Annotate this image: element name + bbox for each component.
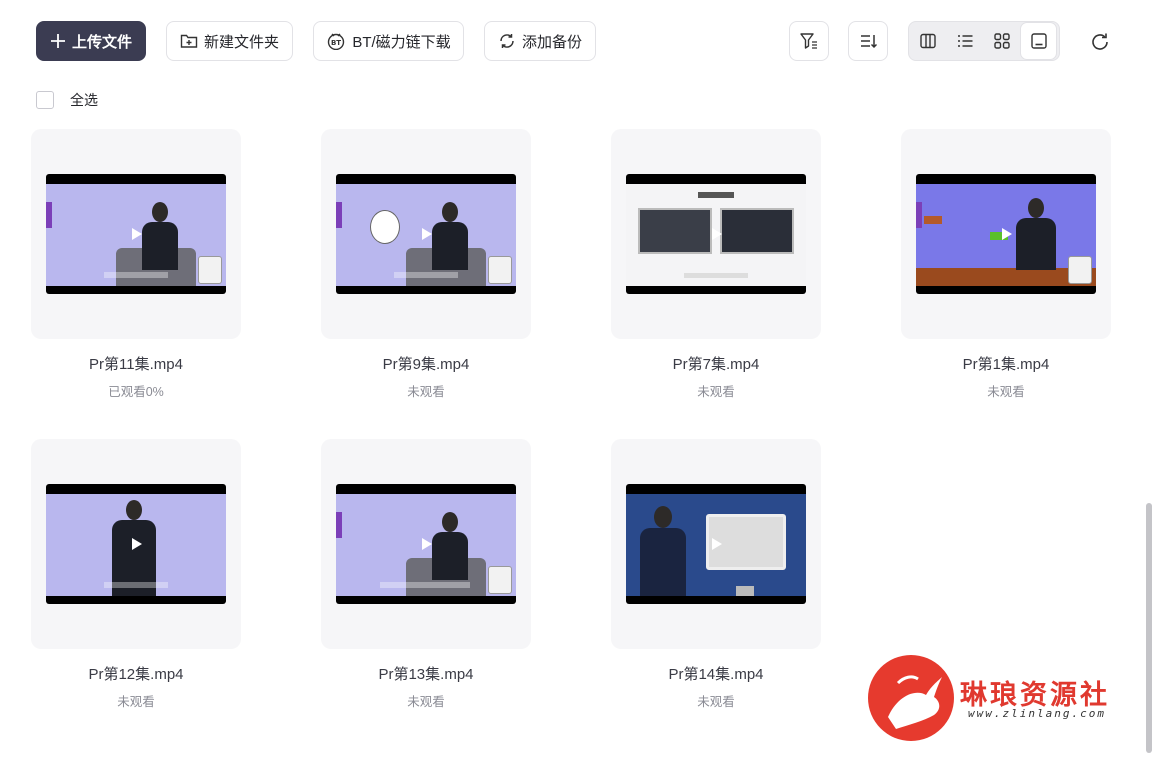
view-list-button[interactable] [946,22,983,60]
watch-status: 未观看 [697,385,735,399]
toolbar: 上传文件 新建文件夹 BT BT/磁力链下载 添加备份 [0,0,1154,80]
new-folder-button-label: 新建文件夹 [203,33,279,51]
file-thumbnail-box[interactable] [31,129,241,339]
new-folder-button[interactable]: 新建文件夹 [166,21,293,61]
file-name[interactable]: Pr第1集.mp4 [901,353,1111,374]
file-card[interactable]: Pr第13集.mp4 未观看 [321,439,531,710]
add-backup-button-label: 添加备份 [521,33,582,51]
watermark-logo: 琳琅资源社 www.zlinlang.com [868,655,1138,745]
video-thumbnail [626,174,806,294]
upload-button[interactable]: 上传文件 [36,21,146,61]
file-name[interactable]: Pr第11集.mp4 [31,353,241,374]
watermark-url: www.zlinlang.com [968,707,1106,720]
file-thumbnail-box[interactable] [321,439,531,649]
file-card[interactable]: Pr第12集.mp4 未观看 [31,439,241,710]
sync-icon [500,34,514,48]
video-thumbnail [46,484,226,604]
video-thumbnail [336,174,516,294]
bt-icon: BT [328,33,345,50]
watch-status: 未观看 [117,695,155,709]
folder-plus-icon [180,34,198,48]
play-icon [132,538,142,550]
file-thumbnail-box[interactable] [31,439,241,649]
select-all-label: 全选 [70,92,98,108]
add-backup-button[interactable]: 添加备份 [484,21,596,61]
sort-button[interactable] [848,21,888,61]
video-thumbnail [916,174,1096,294]
scrollbar[interactable] [1146,503,1152,753]
grid-icon [993,33,1010,49]
watch-status: 未观看 [407,695,445,709]
view-mode-group [908,21,1060,61]
deer-logo-icon [868,655,954,741]
columns-icon [919,33,936,49]
bt-download-button-label: BT/磁力链下载 [352,33,451,51]
svg-text:BT: BT [331,39,341,47]
select-all-row[interactable]: 全选 [36,90,98,110]
play-icon [712,538,722,550]
play-icon [132,228,142,240]
list-icon [957,35,972,47]
file-card[interactable]: Pr第9集.mp4 未观看 [321,129,531,400]
refresh-button[interactable] [1086,28,1114,56]
play-icon [422,228,432,240]
play-icon [422,538,432,550]
view-grid-button[interactable] [983,22,1020,60]
thumbnail-icon [1030,33,1047,49]
video-thumbnail [46,174,226,294]
file-name[interactable]: Pr第12集.mp4 [31,663,241,684]
bt-download-button[interactable]: BT BT/磁力链下载 [313,21,464,61]
refresh-icon [1092,33,1108,50]
plus-icon [50,34,65,48]
view-column-button[interactable] [909,22,946,60]
file-thumbnail-box[interactable] [611,129,821,339]
video-thumbnail [626,484,806,604]
watch-status: 未观看 [697,695,735,709]
file-name[interactable]: Pr第14集.mp4 [611,663,821,684]
file-name[interactable]: Pr第13集.mp4 [321,663,531,684]
file-thumbnail-box[interactable] [321,129,531,339]
play-icon [1002,228,1012,240]
filter-button[interactable] [789,21,829,61]
watch-status: 已观看0% [108,385,164,399]
file-card[interactable]: Pr第7集.mp4 未观看 [611,129,821,400]
file-card[interactable]: Pr第14集.mp4 未观看 [611,439,821,710]
select-all-checkbox[interactable] [36,91,54,109]
file-card[interactable]: Pr第11集.mp4 已观看0% [31,129,241,400]
file-name[interactable]: Pr第9集.mp4 [321,353,531,374]
upload-button-label: 上传文件 [71,33,132,51]
view-thumbnail-button[interactable] [1020,22,1057,60]
watch-status: 未观看 [407,385,445,399]
file-name[interactable]: Pr第7集.mp4 [611,353,821,374]
play-icon [712,228,722,240]
sort-icon [861,35,877,49]
video-thumbnail [336,484,516,604]
file-thumbnail-box[interactable] [901,129,1111,339]
filter-icon [800,33,817,49]
watch-status: 未观看 [987,385,1025,399]
file-thumbnail-box[interactable] [611,439,821,649]
file-card[interactable]: Pr第1集.mp4 未观看 [901,129,1111,400]
